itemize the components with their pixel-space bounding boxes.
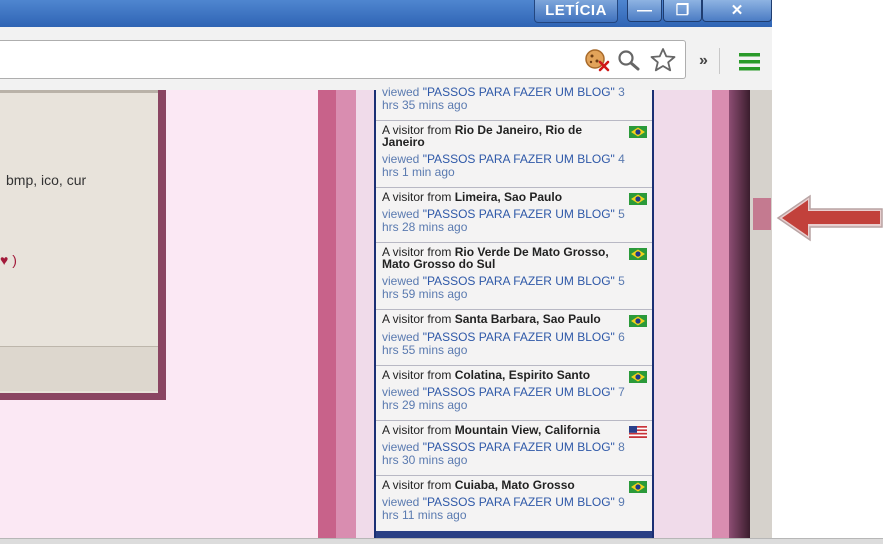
menu-icon[interactable] xyxy=(739,52,761,72)
feed-item-viewed: viewed "PASSOS PARA FAZER UM BLOG" 8 xyxy=(382,440,625,454)
feed-item-time: hrs 28 mins ago xyxy=(382,220,468,234)
feed-item-time: hrs 35 mins ago xyxy=(382,98,468,112)
brazil-flag-icon xyxy=(629,126,647,138)
feed-item-time: hrs 1 min ago xyxy=(382,165,455,179)
feed-item-viewed: viewed "PASSOS PARA FAZER UM BLOG" 9 xyxy=(382,495,625,509)
post-link[interactable]: "PASSOS PARA FAZER UM BLOG" xyxy=(423,274,615,288)
feed-item: A visitor from Limeira, Sao Paulo viewed… xyxy=(376,188,652,243)
feed-item-location: A visitor from Rio Verde De Mato Grosso,… xyxy=(382,245,609,271)
feed-item-viewed: viewed "PASSOS PARA FAZER UM BLOG" 7 xyxy=(382,385,625,399)
cookie-blocked-icon[interactable] xyxy=(584,48,610,72)
page-edge-image xyxy=(729,90,750,538)
post-link[interactable]: "PASSOS PARA FAZER UM BLOG" xyxy=(423,330,615,344)
heart-text: ♥ ) xyxy=(0,252,17,268)
feed-item: A visitor from Santa Barbara, Sao Paulo … xyxy=(376,310,652,366)
restore-icon: ❐ xyxy=(675,2,690,19)
feed-item: A visitor from Mountain View, California… xyxy=(376,421,652,476)
feed-item-time: hrs 55 mins ago xyxy=(382,343,468,357)
feed-item-location: A visitor from Colatina, Espirito Santo xyxy=(382,368,591,382)
feed-item: A visitor from Rio Verde De Mato Grosso,… xyxy=(376,243,652,310)
minimize-button[interactable]: — xyxy=(627,0,662,22)
feed-item: A visitor from Colatina, Espirito Santo … xyxy=(376,366,652,421)
brazil-flag-icon xyxy=(629,248,647,260)
feed-item-time: hrs 11 mins ago xyxy=(382,508,467,522)
feed-item-viewed: viewed "PASSOS PARA FAZER UM BLOG" 5 xyxy=(382,274,625,288)
feed-item-viewed: viewed "PASSOS PARA FAZER UM BLOG" 3 xyxy=(382,85,625,99)
feed-item-location: A visitor from Mountain View, California xyxy=(382,423,601,437)
scrollbar-thumb[interactable] xyxy=(753,198,771,230)
feed-item: A visitor from Rio De Janeiro, Rio de Ja… xyxy=(376,121,652,188)
usa-flag-icon xyxy=(629,426,647,438)
bottom-status-strip xyxy=(0,538,883,544)
feed-item-viewed: viewed "PASSOS PARA FAZER UM BLOG" 4 xyxy=(382,152,625,166)
screen-margin xyxy=(772,0,883,543)
feed-item-location: A visitor from Rio De Janeiro, Rio de Ja… xyxy=(382,123,583,149)
toolbar-divider xyxy=(719,48,720,74)
feed-item-time: hrs 29 mins ago xyxy=(382,398,468,412)
address-bar[interactable] xyxy=(0,40,686,79)
brazil-flag-icon xyxy=(629,371,647,383)
left-panel-footer xyxy=(0,346,158,391)
feed-item-time: hrs 30 mins ago xyxy=(382,453,468,467)
feed-item-viewed: viewed "PASSOS PARA FAZER UM BLOG" 5 xyxy=(382,207,625,221)
post-link[interactable]: "PASSOS PARA FAZER UM BLOG" xyxy=(423,85,615,99)
extensions-overflow-button[interactable]: » xyxy=(699,52,708,70)
brazil-flag-icon xyxy=(629,315,647,327)
feed-footer xyxy=(376,531,652,538)
file-types-text: bmp, ico, cur xyxy=(6,172,87,188)
zoom-icon[interactable] xyxy=(617,49,641,71)
feed-item: A visitor from Cuiaba, Mato Grosso viewe… xyxy=(376,476,652,531)
post-link[interactable]: "PASSOS PARA FAZER UM BLOG" xyxy=(423,385,615,399)
profile-name-badge[interactable]: LETÍCIA xyxy=(534,0,618,23)
restore-button[interactable]: ❐ xyxy=(663,0,702,22)
close-button[interactable]: ✕ xyxy=(702,0,772,22)
feed-item-location: A visitor from Cuiaba, Mato Grosso xyxy=(382,478,575,492)
close-icon: ✕ xyxy=(730,2,744,19)
brazil-flag-icon xyxy=(629,481,647,493)
bookmark-star-icon[interactable] xyxy=(649,47,677,73)
feed-item-location: A visitor from Santa Barbara, Sao Paulo xyxy=(382,312,601,326)
post-link[interactable]: "PASSOS PARA FAZER UM BLOG" xyxy=(423,440,615,454)
brazil-flag-icon xyxy=(629,193,647,205)
feed-item-time: hrs 59 mins ago xyxy=(382,287,468,301)
red-arrow-annotation xyxy=(776,194,883,242)
feed-item: viewed "PASSOS PARA FAZER UM BLOG" 3 hrs… xyxy=(376,86,652,121)
feed-item-viewed: viewed "PASSOS PARA FAZER UM BLOG" 6 xyxy=(382,330,625,344)
minimize-icon: — xyxy=(637,2,652,19)
post-link[interactable]: "PASSOS PARA FAZER UM BLOG" xyxy=(423,495,615,509)
post-link[interactable]: "PASSOS PARA FAZER UM BLOG" xyxy=(423,152,615,166)
feed-item-location: A visitor from Limeira, Sao Paulo xyxy=(382,190,563,204)
scrollbar-track[interactable] xyxy=(750,90,772,538)
post-link[interactable]: "PASSOS PARA FAZER UM BLOG" xyxy=(423,207,615,221)
